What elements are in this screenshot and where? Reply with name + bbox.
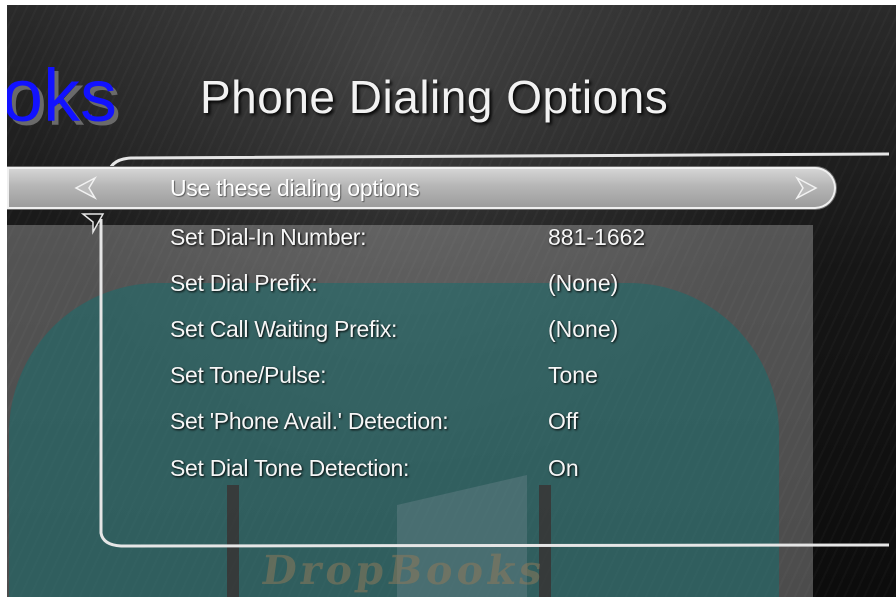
tv-screen: DropBooks Use these dialing options Set … — [7, 5, 896, 597]
down-arrow-icon[interactable] — [81, 210, 107, 236]
overlay-logo-fragment: oks — [7, 54, 117, 137]
dial-prefix-value: (None) — [548, 270, 619, 296]
phone-avail-detection-value: Off — [548, 408, 579, 434]
dial-in-number-value: 881-1662 — [548, 224, 646, 250]
menu-item-dial-tone-detection[interactable]: Set Dial Tone Detection: — [170, 453, 409, 483]
call-waiting-prefix-value: (None) — [548, 316, 619, 342]
menu-item-dial-prefix[interactable]: Set Dial Prefix: — [170, 268, 318, 298]
menu-item-use-dialing-options[interactable]: Use these dialing options — [170, 173, 420, 203]
right-arrow-icon[interactable] — [793, 175, 819, 201]
selected-row-highlight[interactable] — [7, 167, 836, 209]
menu-item-call-waiting-prefix[interactable]: Set Call Waiting Prefix: — [170, 314, 397, 344]
menu-item-dial-in-number[interactable]: Set Dial-In Number: — [170, 222, 367, 252]
left-arrow-icon[interactable] — [73, 175, 99, 201]
overlay-logo-text: oks — [7, 52, 121, 142]
menu-item-tone-pulse[interactable]: Set Tone/Pulse: — [170, 360, 326, 390]
page-title: Phone Dialing Options — [200, 71, 669, 123]
menu-item-phone-avail-detection[interactable]: Set 'Phone Avail.' Detection: — [170, 406, 449, 436]
dial-tone-detection-value: On — [548, 455, 579, 481]
tone-pulse-value: Tone — [548, 362, 598, 388]
watermark-text: DropBooks — [258, 547, 550, 594]
